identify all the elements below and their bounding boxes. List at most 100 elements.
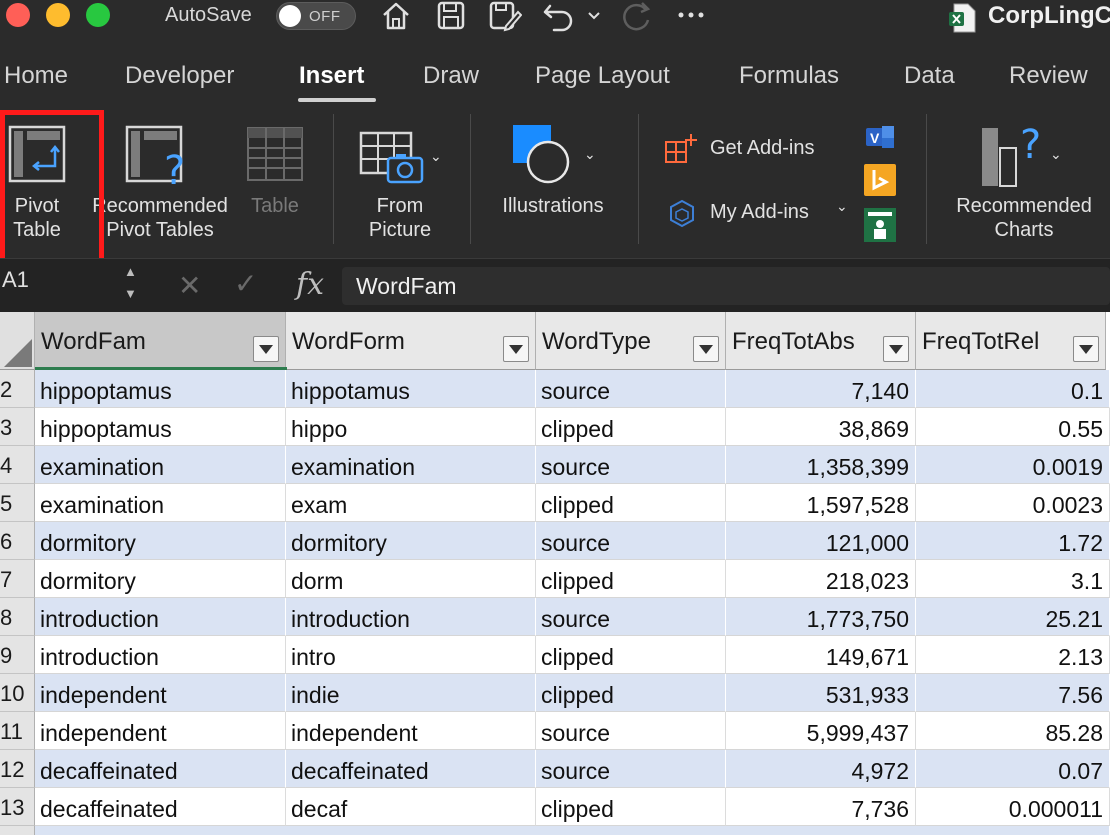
table-cell[interactable]: clipped xyxy=(536,636,726,674)
table-cell[interactable]: source xyxy=(536,446,726,484)
illustrations-button[interactable]: ⌄ Illustrations xyxy=(490,118,618,248)
table-cell[interactable]: 218,023 xyxy=(726,560,916,598)
row-header[interactable]: 11 xyxy=(0,712,35,750)
table-cell[interactable]: 2.13 xyxy=(916,636,1110,674)
table-cell[interactable]: source xyxy=(536,712,726,750)
table-cell[interactable]: 0.07 xyxy=(916,750,1110,788)
row-header[interactable]: 8 xyxy=(0,598,35,636)
table-cell[interactable]: 1.72 xyxy=(916,522,1110,560)
redo-icon[interactable] xyxy=(620,0,654,32)
from-picture-button[interactable]: ⌄ From Picture xyxy=(354,118,450,248)
table-cell[interactable]: 1,773,750 xyxy=(726,598,916,636)
table-cell[interactable]: clipped xyxy=(536,408,726,446)
formula-input[interactable]: WordFam xyxy=(342,267,1110,305)
my-addins-chevron-icon[interactable]: ⌄ xyxy=(836,198,848,215)
header-cell-wordtype[interactable]: WordType xyxy=(536,312,726,370)
table-cell[interactable]: intro xyxy=(286,636,536,674)
minimize-window-button[interactable] xyxy=(46,3,70,27)
row-header[interactable]: 13 xyxy=(0,788,35,826)
table-cell[interactable]: decaffeinated xyxy=(35,788,286,826)
bing-maps-addin-icon[interactable] xyxy=(864,164,896,196)
table-cell[interactable]: clipped xyxy=(536,788,726,826)
table-cell[interactable]: decaffeinated xyxy=(286,750,536,788)
table-cell[interactable]: 7.56 xyxy=(916,674,1110,712)
confirm-formula-icon[interactable]: ✓ xyxy=(234,267,257,300)
visio-addin-icon[interactable]: V xyxy=(864,122,896,152)
people-graph-addin-icon[interactable] xyxy=(864,208,896,242)
recommended-charts-button[interactable]: ? ⌄ Recommended Charts xyxy=(944,118,1104,248)
table-cell[interactable]: 0.000011 xyxy=(916,788,1110,826)
row-header[interactable]: 2 xyxy=(0,370,35,408)
table-cell[interactable]: dorm xyxy=(286,560,536,598)
maximize-window-button[interactable] xyxy=(86,3,110,27)
table-cell[interactable]: exam xyxy=(286,484,536,522)
table-cell[interactable]: 149,671 xyxy=(726,636,916,674)
filter-dropdown-icon[interactable] xyxy=(503,336,529,362)
filter-dropdown-icon[interactable] xyxy=(693,336,719,362)
from-picture-chevron-icon[interactable]: ⌄ xyxy=(430,148,442,165)
filter-dropdown-icon[interactable] xyxy=(883,336,909,362)
table-cell[interactable]: source xyxy=(536,370,726,408)
filter-dropdown-icon[interactable] xyxy=(1073,336,1099,362)
table-cell[interactable]: independent xyxy=(35,674,286,712)
table-button[interactable]: Table xyxy=(244,118,306,248)
table-cell[interactable]: 0.0019 xyxy=(916,446,1110,484)
recommended-pivot-tables-button[interactable]: ? Recommended Pivot Tables xyxy=(80,118,240,248)
table-cell[interactable]: 531,933 xyxy=(726,674,916,712)
row-header[interactable]: 3 xyxy=(0,408,35,446)
undo-dropdown-chevron-icon[interactable] xyxy=(586,0,602,32)
row-header[interactable] xyxy=(0,826,35,835)
table-cell[interactable]: 1,358,399 xyxy=(726,446,916,484)
table-cell[interactable]: introduction xyxy=(35,598,286,636)
get-addins-button[interactable]: Get Add-ins xyxy=(664,132,844,168)
recommended-charts-chevron-icon[interactable]: ⌄ xyxy=(1050,146,1062,163)
table-cell[interactable]: 7,736 xyxy=(726,788,916,826)
table-cell[interactable]: 3.1 xyxy=(916,560,1110,598)
table-cell[interactable]: independent xyxy=(286,712,536,750)
row-header[interactable]: 10 xyxy=(0,674,35,712)
more-icon[interactable] xyxy=(676,0,706,32)
table-cell[interactable]: examination xyxy=(286,446,536,484)
name-box[interactable]: A1 xyxy=(0,267,120,303)
header-cell-wordfam[interactable]: WordFam xyxy=(35,312,286,370)
tab-formulas[interactable]: Formulas xyxy=(739,62,839,90)
worksheet-grid[interactable]: WordFam WordForm WordType FreqTotAbs Fre… xyxy=(0,312,1110,835)
header-cell-freqtotrel[interactable]: FreqTotRel xyxy=(916,312,1106,370)
undo-icon[interactable] xyxy=(542,0,576,32)
insert-function-icon[interactable]: fx xyxy=(296,267,324,302)
tab-developer[interactable]: Developer xyxy=(125,62,234,90)
empty-row[interactable] xyxy=(35,826,1110,835)
row-header[interactable]: 12 xyxy=(0,750,35,788)
tab-page-layout[interactable]: Page Layout xyxy=(535,62,670,90)
table-cell[interactable]: hippoptamus xyxy=(35,370,286,408)
table-cell[interactable]: examination xyxy=(35,446,286,484)
name-box-stepper-icon[interactable]: ▲ ▼ xyxy=(124,261,137,305)
row-header[interactable]: 6 xyxy=(0,522,35,560)
close-window-button[interactable] xyxy=(6,3,30,27)
my-addins-button[interactable]: My Add-ins ⌄ xyxy=(664,196,854,232)
table-cell[interactable]: source xyxy=(536,750,726,788)
table-cell[interactable]: clipped xyxy=(536,674,726,712)
tab-insert[interactable]: Insert xyxy=(299,62,364,90)
table-cell[interactable]: 7,140 xyxy=(726,370,916,408)
table-cell[interactable]: 0.1 xyxy=(916,370,1110,408)
table-cell[interactable]: clipped xyxy=(536,560,726,598)
table-cell[interactable]: 4,972 xyxy=(726,750,916,788)
header-cell-wordform[interactable]: WordForm xyxy=(286,312,536,370)
table-cell[interactable]: dormitory xyxy=(35,560,286,598)
select-all-corner[interactable] xyxy=(0,312,35,370)
table-cell[interactable]: 25.21 xyxy=(916,598,1110,636)
table-cell[interactable]: 5,999,437 xyxy=(726,712,916,750)
table-cell[interactable]: decaf xyxy=(286,788,536,826)
tab-review[interactable]: Review xyxy=(1009,62,1088,90)
tab-draw[interactable]: Draw xyxy=(423,62,479,90)
table-cell[interactable]: hippoptamus xyxy=(35,408,286,446)
row-header[interactable]: 5 xyxy=(0,484,35,522)
save-as-icon[interactable] xyxy=(488,0,522,32)
table-cell[interactable]: dormitory xyxy=(286,522,536,560)
table-cell[interactable]: hippo xyxy=(286,408,536,446)
illustrations-chevron-icon[interactable]: ⌄ xyxy=(584,146,596,163)
table-cell[interactable]: source xyxy=(536,598,726,636)
table-cell[interactable]: hippotamus xyxy=(286,370,536,408)
table-cell[interactable]: dormitory xyxy=(35,522,286,560)
